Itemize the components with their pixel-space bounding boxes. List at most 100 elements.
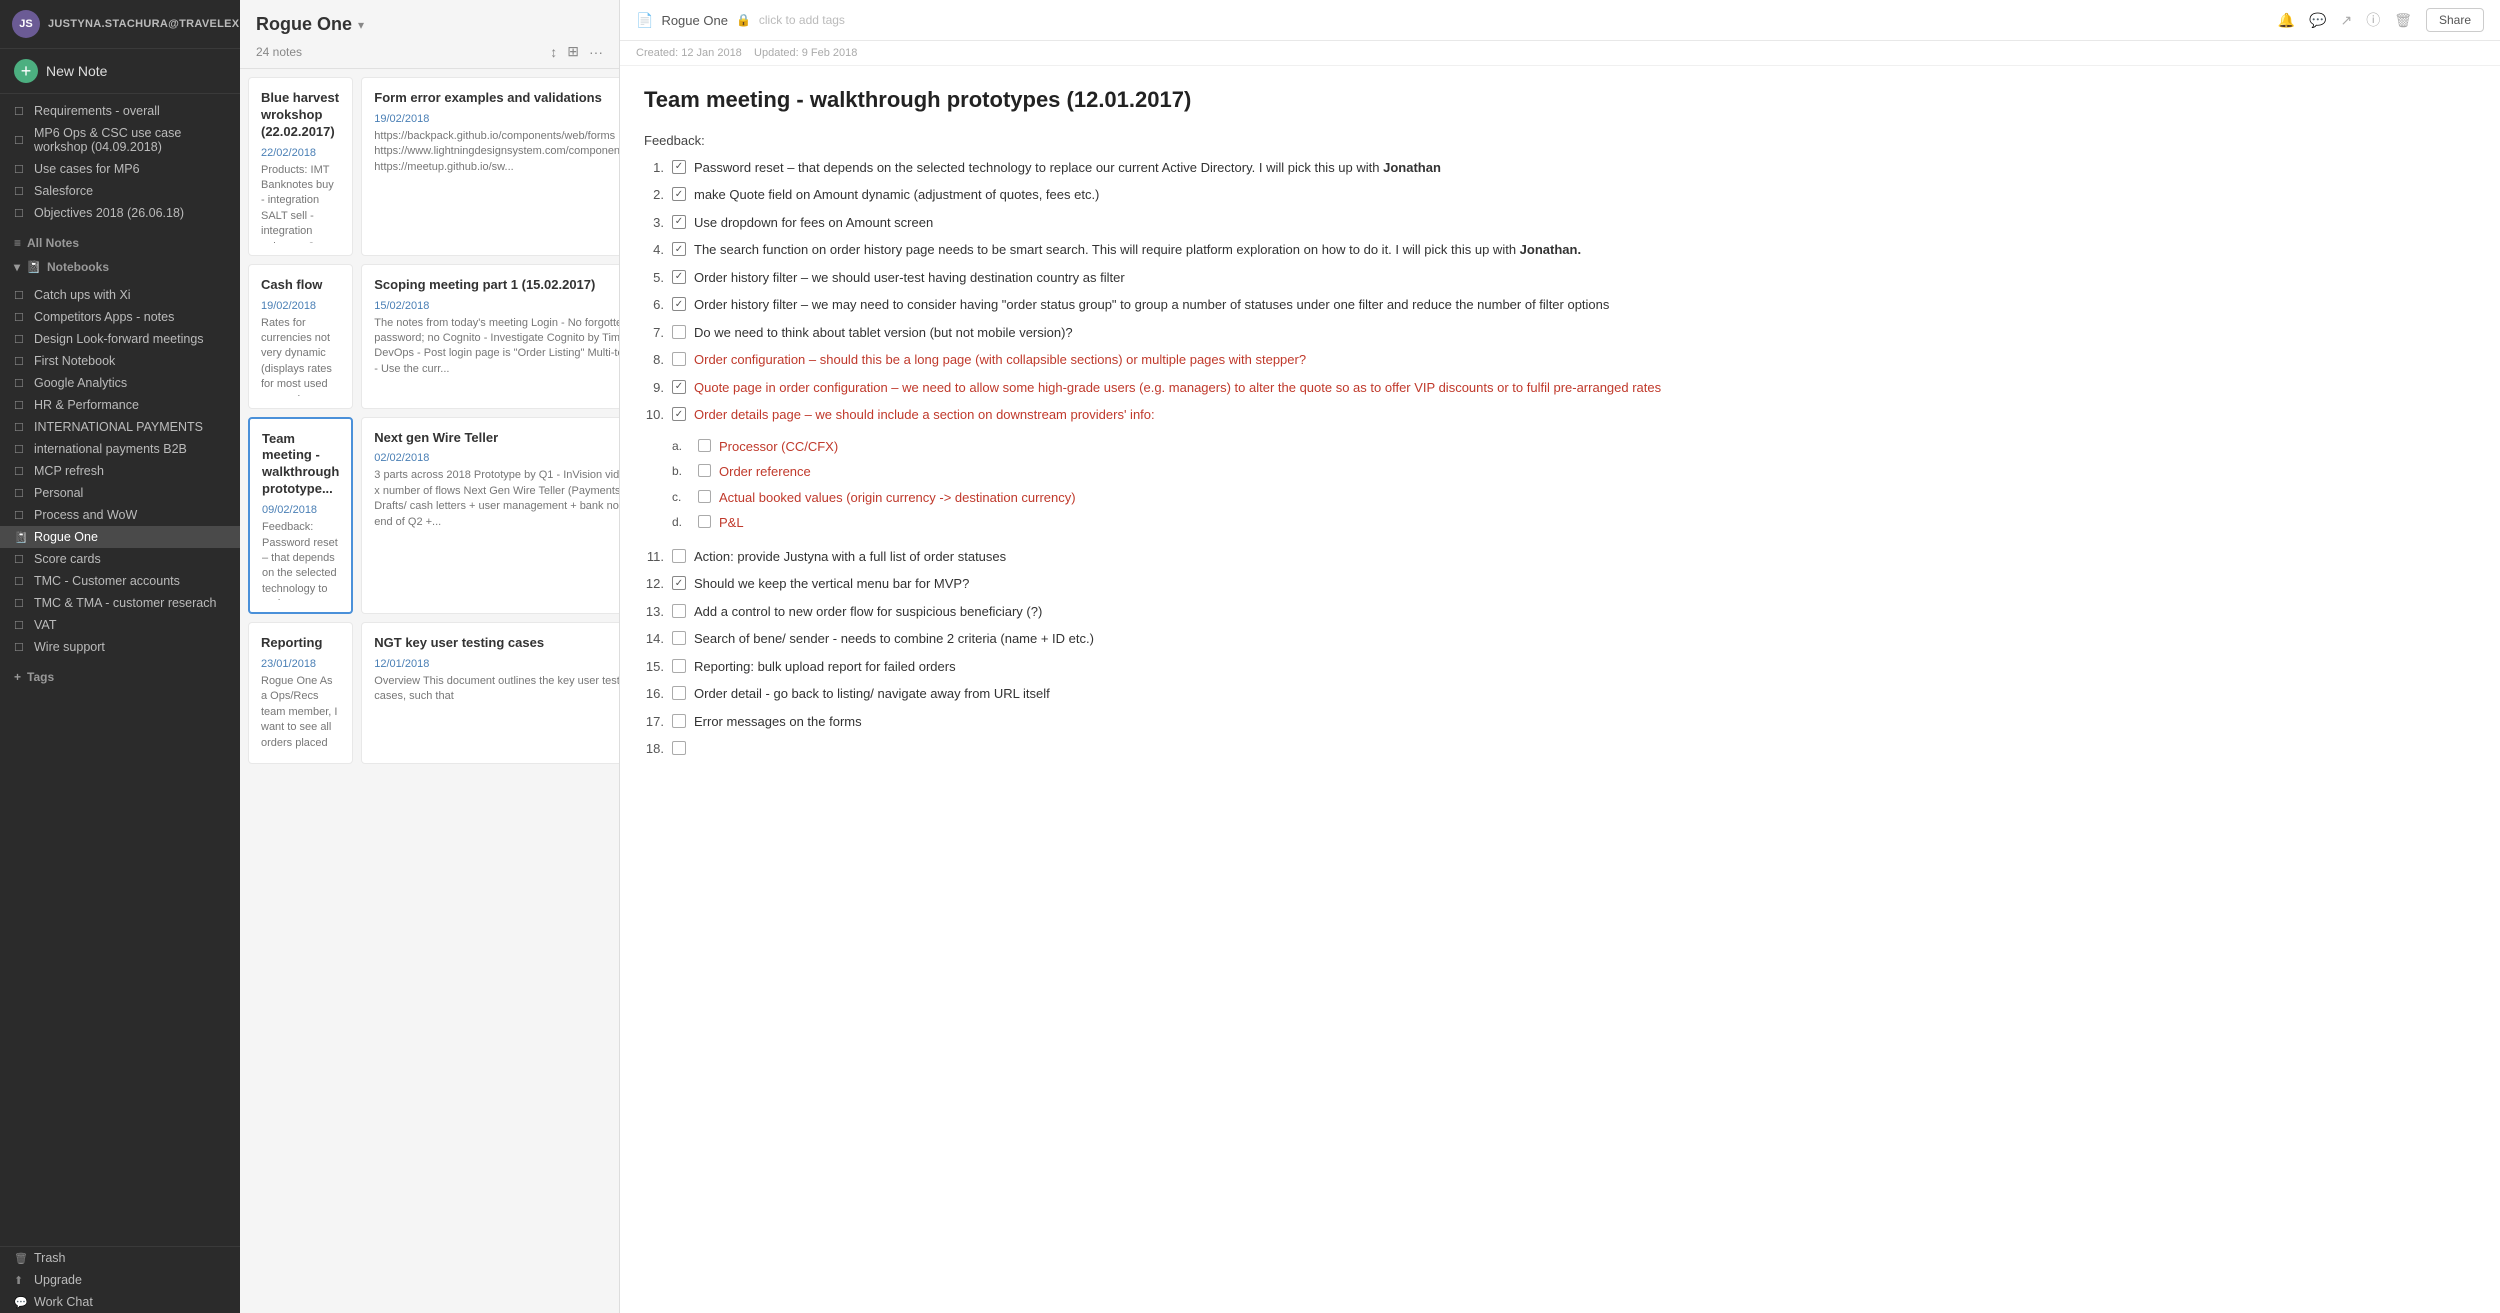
alarm-icon[interactable]: 🔔 — [2278, 12, 2295, 29]
note-card-title: Form error examples and validations — [374, 90, 619, 107]
checkbox-6[interactable] — [672, 297, 686, 311]
share-circle-icon[interactable]: ↗ — [2340, 12, 2352, 29]
notebooks-header[interactable]: ▾ 📓 Notebooks — [0, 254, 240, 278]
checkbox-13[interactable] — [672, 604, 686, 618]
sidebar-item-salesforce[interactable]: ☐ Salesforce — [0, 180, 240, 202]
more-options-icon[interactable]: ··· — [589, 44, 603, 60]
sub-list-10: a. Processor (CC/CFX) b. Order reference… — [644, 437, 2476, 539]
sidebar-item-scorecards[interactable]: ☐ Score cards — [0, 548, 240, 570]
sidebar-item-trash[interactable]: 🗑 Trash — [0, 1247, 240, 1269]
sidebar-item-intlb2b[interactable]: ☐ international payments B2B — [0, 438, 240, 460]
sidebar-item-process[interactable]: ☐ Process and WoW — [0, 504, 240, 526]
sidebar-item-label: Requirements - overall — [34, 104, 160, 118]
sidebar-item-mcp[interactable]: ☐ MCP refresh — [0, 460, 240, 482]
note-card-2[interactable]: Cash flow 19/02/2018 Rates for currencie… — [248, 264, 353, 409]
sub-checkbox-d[interactable] — [698, 515, 711, 528]
sidebar-item-tmctma[interactable]: ☐ TMC & TMA - customer reserach — [0, 592, 240, 614]
notes-grid: Blue harvest wrokshop (22.02.2017) 22/02… — [248, 77, 611, 764]
note-icon: ☐ — [14, 185, 28, 198]
sub-text-c: Actual booked values (origin currency ->… — [719, 488, 1076, 508]
checkbox-2[interactable] — [672, 187, 686, 201]
sidebar-item-label: Personal — [34, 486, 83, 500]
tags-label: Tags — [27, 670, 54, 684]
notebook-icon: ☐ — [14, 619, 28, 632]
sidebar-item-requirements[interactable]: ☐ Requirements - overall — [0, 100, 240, 122]
checkbox-8[interactable] — [672, 352, 686, 366]
checkbox-7[interactable] — [672, 325, 686, 339]
sidebar-item-label: Wire support — [34, 640, 105, 654]
checkbox-16[interactable] — [672, 686, 686, 700]
note-card-6[interactable]: Reporting 23/01/2018 Rogue One As a Ops/… — [248, 622, 353, 764]
sidebar-item-usecases[interactable]: ☐ Use cases for MP6 — [0, 158, 240, 180]
checkbox-11[interactable] — [672, 549, 686, 563]
checkbox-17[interactable] — [672, 714, 686, 728]
notebook-icon-active: 📓 — [14, 531, 28, 544]
notebook-chevron-icon[interactable]: ▾ — [358, 18, 364, 32]
list-item-9: 9. Quote page in order configuration – w… — [644, 378, 2476, 398]
all-notes-header[interactable]: ≡ All Notes — [0, 230, 240, 254]
sidebar-item-tmc[interactable]: ☐ TMC - Customer accounts — [0, 570, 240, 592]
note-card-preview: Overview This document outlines the key … — [374, 674, 619, 705]
checkbox-9[interactable] — [672, 380, 686, 394]
sidebar-item-vat[interactable]: ☐ VAT — [0, 614, 240, 636]
note-card-7[interactable]: NGT key user testing cases 12/01/2018 Ov… — [361, 622, 619, 764]
sidebar-item-objectives[interactable]: ☐ Objectives 2018 (26.06.18) — [0, 202, 240, 224]
grid-view-icon[interactable]: ⊞ — [567, 43, 579, 60]
sub-text-a: Processor (CC/CFX) — [719, 437, 838, 457]
sidebar-item-label: TMC & TMA - customer reserach — [34, 596, 216, 610]
sidebar-item-design[interactable]: ☐ Design Look-forward meetings — [0, 328, 240, 350]
sidebar-item-catchups[interactable]: ☐ Catch ups with Xi — [0, 284, 240, 306]
sidebar-item-workchat[interactable]: 💬 Work Chat — [0, 1291, 240, 1313]
note-card-0[interactable]: Blue harvest wrokshop (22.02.2017) 22/02… — [248, 77, 353, 256]
sidebar-item-upgrade[interactable]: ⬆ Upgrade — [0, 1269, 240, 1291]
sidebar-item-label: Salesforce — [34, 184, 93, 198]
info-icon[interactable]: ⓘ — [2366, 10, 2380, 30]
sidebar-item-label: Use cases for MP6 — [34, 162, 140, 176]
note-icon: ☐ — [14, 105, 28, 118]
checkbox-4[interactable] — [672, 242, 686, 256]
note-card-4[interactable]: Team meeting - walkthrough prototype... … — [248, 417, 353, 615]
avatar: JS — [12, 10, 40, 38]
note-card-1[interactable]: Form error examples and validations 19/0… — [361, 77, 619, 256]
note-card-3[interactable]: Scoping meeting part 1 (15.02.2017) 15/0… — [361, 264, 619, 409]
share-button[interactable]: Share — [2426, 8, 2484, 32]
note-card-5[interactable]: Next gen Wire Teller 02/02/2018 3 parts … — [361, 417, 619, 615]
new-note-button[interactable]: + New Note — [0, 49, 240, 94]
checkbox-15[interactable] — [672, 659, 686, 673]
sidebar-item-rogueone[interactable]: 📓 Rogue One — [0, 526, 240, 548]
chat-bubble-icon[interactable]: 💬 — [2309, 12, 2326, 29]
main-body: Team meeting - walkthrough prototypes (1… — [620, 66, 2500, 1313]
checkbox-5[interactable] — [672, 270, 686, 284]
sidebar-item-firstnotebook[interactable]: ☐ First Notebook — [0, 350, 240, 372]
sidebar-user-header[interactable]: JS JUSTYNA.STACHURA@TRAVELEX.COM ▾ — [0, 0, 240, 49]
sidebar-item-mp6[interactable]: ☐ MP6 Ops & CSC use case workshop (04.09… — [0, 122, 240, 158]
delete-icon[interactable]: 🗑 — [2394, 12, 2412, 29]
checkbox-18[interactable] — [672, 741, 686, 755]
checkbox-1[interactable] — [672, 160, 686, 174]
notebook-icon: ☐ — [14, 443, 28, 456]
tags-placeholder[interactable]: click to add tags — [759, 13, 845, 27]
new-note-icon: + — [14, 59, 38, 83]
sub-checkbox-c[interactable] — [698, 490, 711, 503]
list-item-18: 18. — [644, 739, 2476, 759]
sidebar-item-wire[interactable]: ☐ Wire support — [0, 636, 240, 658]
checkbox-14[interactable] — [672, 631, 686, 645]
checkbox-3[interactable] — [672, 215, 686, 229]
list-item-2: 2. make Quote field on Amount dynamic (a… — [644, 185, 2476, 205]
trash-label: Trash — [34, 1251, 66, 1265]
sidebar-item-intl[interactable]: ☐ INTERNATIONAL PAYMENTS — [0, 416, 240, 438]
sub-checkbox-b[interactable] — [698, 464, 711, 477]
sort-icon[interactable]: ↕ — [550, 44, 557, 60]
checkbox-10[interactable] — [672, 407, 686, 421]
sub-checkbox-a[interactable] — [698, 439, 711, 452]
notebooks-list: ☐ Catch ups with Xi ☐ Competitors Apps -… — [0, 278, 240, 664]
notes-scroll-area[interactable]: Blue harvest wrokshop (22.02.2017) 22/02… — [240, 69, 619, 1313]
sidebar-item-competitors[interactable]: ☐ Competitors Apps - notes — [0, 306, 240, 328]
sidebar-item-hr[interactable]: ☐ HR & Performance — [0, 394, 240, 416]
checkbox-12[interactable] — [672, 576, 686, 590]
notebook-book-icon: 📓 — [26, 260, 41, 274]
notebooks-icon: ▾ — [14, 260, 20, 274]
sidebar-item-personal[interactable]: ☐ Personal — [0, 482, 240, 504]
sidebar-item-analytics[interactable]: ☐ Google Analytics — [0, 372, 240, 394]
tags-header[interactable]: + Tags — [0, 664, 240, 688]
